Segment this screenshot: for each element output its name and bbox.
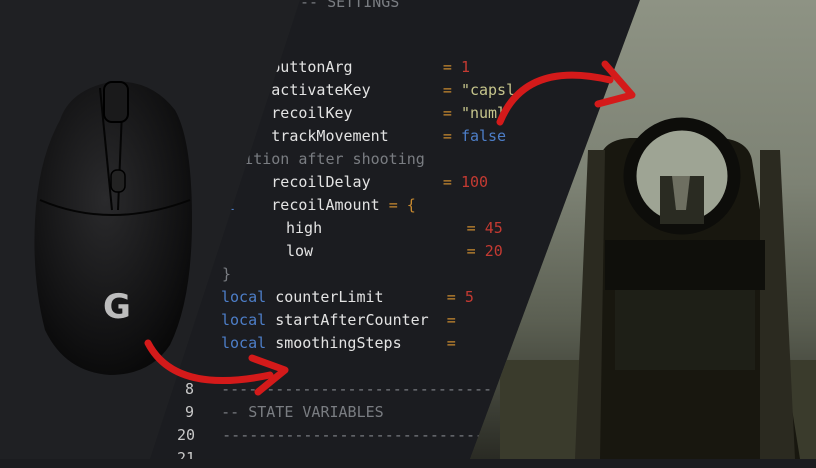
arrows-overlay — [144, 60, 636, 396]
arrow-mouse-to-code — [144, 339, 274, 384]
arrow-code-to-sight — [496, 71, 614, 126]
